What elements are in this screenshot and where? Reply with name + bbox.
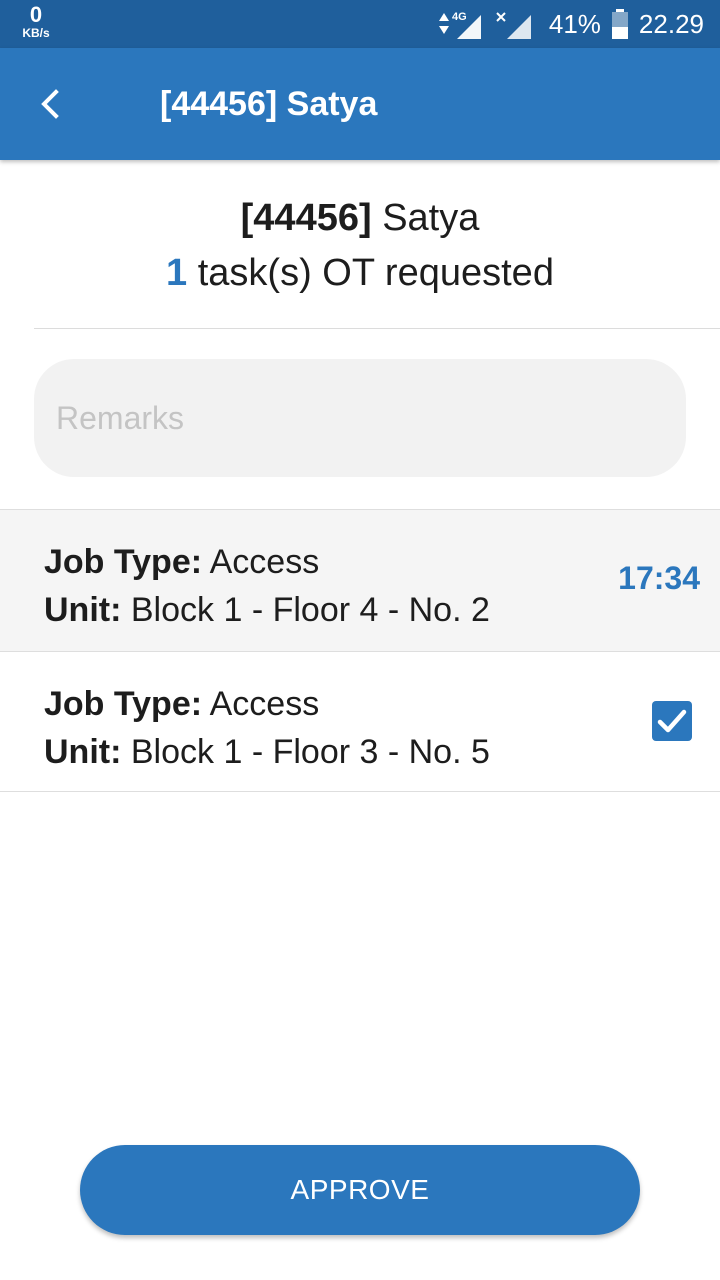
- task-count: 1: [166, 252, 188, 294]
- job-type-line: Job Type: Access: [44, 680, 490, 728]
- task-checkbox[interactable]: [651, 700, 693, 742]
- network-speed-value: 0: [29, 2, 43, 27]
- task-row[interactable]: Job Type: Access Unit: Block 1 - Floor 3…: [0, 651, 720, 792]
- job-type-label: Job Type:: [44, 543, 203, 581]
- task-details: Job Type: Access Unit: Block 1 - Floor 3…: [44, 680, 490, 776]
- chevron-left-icon[interactable]: [30, 84, 70, 124]
- unit-label: Unit:: [44, 591, 122, 629]
- job-type-value: Access: [209, 685, 320, 723]
- divider: [34, 328, 720, 329]
- battery-percent: 41%: [548, 8, 601, 39]
- battery-icon: [611, 9, 628, 39]
- task-row[interactable]: Job Type: Access Unit: Block 1 - Floor 4…: [0, 509, 720, 652]
- signal-4g-icon: 4G: [438, 11, 481, 39]
- status-bar: 0 KB/s 4G 41% 22.29: [0, 0, 720, 48]
- approve-button[interactable]: APPROVE: [80, 1145, 640, 1235]
- request-summary: [44456] Satya 1 task(s) OT requested: [0, 190, 720, 300]
- unit-line: Unit: Block 1 - Floor 4 - No. 2: [44, 586, 490, 634]
- unit-label: Unit:: [44, 733, 122, 771]
- job-type-line: Job Type: Access: [44, 538, 490, 586]
- status-icons: 4G 41% 22.29: [437, 0, 704, 48]
- employee-line: [44456] Satya: [0, 190, 720, 246]
- unit-value: Block 1 - Floor 3 - No. 5: [130, 733, 490, 771]
- clock: 22.29: [638, 8, 704, 39]
- task-details: Job Type: Access Unit: Block 1 - Floor 4…: [44, 538, 490, 634]
- job-type-label: Job Type:: [44, 685, 203, 723]
- unit-value: Block 1 - Floor 4 - No. 2: [130, 591, 490, 629]
- app-bar: [44456] Satya: [0, 48, 720, 160]
- job-type-value: Access: [209, 543, 320, 581]
- network-speed: 0 KB/s: [16, 2, 56, 40]
- task-time: 17:34: [618, 560, 700, 596]
- employee-name: Satya: [382, 197, 480, 239]
- task-count-text: task(s) OT requested: [197, 252, 554, 294]
- unit-line: Unit: Block 1 - Floor 3 - No. 5: [44, 728, 490, 776]
- network-type-label: 4G: [452, 11, 467, 23]
- employee-id: [44456]: [240, 197, 372, 239]
- remarks-input[interactable]: [34, 359, 686, 477]
- signal-no-service-icon: [496, 12, 531, 39]
- task-count-line: 1 task(s) OT requested: [0, 246, 720, 300]
- network-speed-unit: KB/s: [22, 26, 50, 40]
- page-title: [44456] Satya: [160, 85, 378, 123]
